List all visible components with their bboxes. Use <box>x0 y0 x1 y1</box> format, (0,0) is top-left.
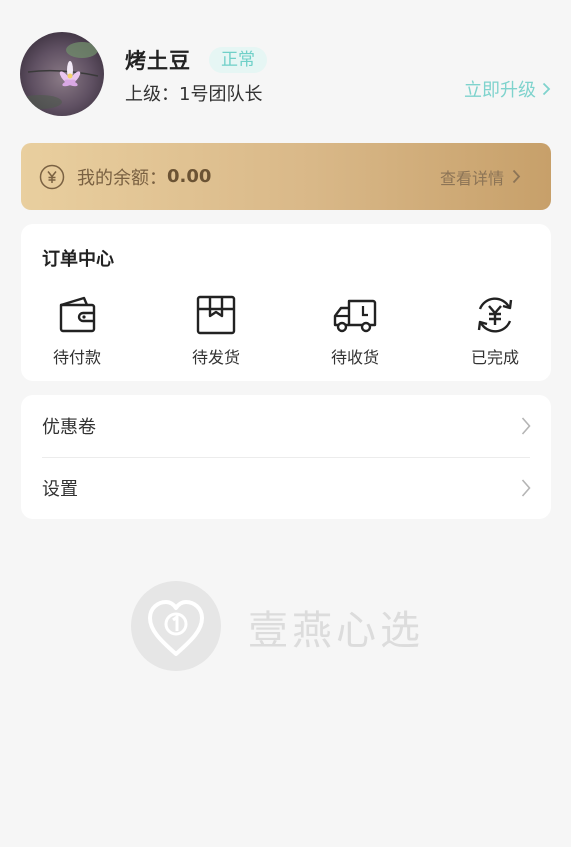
order-item-completed[interactable]: 已完成 <box>440 294 550 368</box>
menu-item-coupons[interactable]: 优惠卷 <box>21 395 551 457</box>
order-item-label: 待付款 <box>52 348 101 367</box>
wallet-icon <box>59 296 96 333</box>
truck-icon <box>333 299 377 333</box>
yen-refresh-icon <box>477 297 513 333</box>
brand-logo-icon <box>131 581 221 671</box>
order-center-title: 订单中心 <box>42 249 114 270</box>
chevron-right-icon <box>512 169 521 184</box>
box-icon <box>196 295 236 335</box>
chevron-right-icon <box>521 417 531 435</box>
order-item-pending-receipt[interactable]: 待收货 <box>300 294 410 368</box>
upgrade-link[interactable]: 立即升级 <box>464 76 551 102</box>
menu-card: 优惠卷 设置 <box>21 395 551 519</box>
order-item-label: 已完成 <box>470 348 519 367</box>
profile-page: 烤土豆 正常 上级：1号团队长 立即升级 我的余额： 0.00 查看详情 订单中… <box>0 0 571 847</box>
menu-item-settings[interactable]: 设置 <box>21 457 551 519</box>
order-item-label: 待发货 <box>191 348 240 367</box>
balance-value: 0.00 <box>167 166 212 187</box>
username: 烤土豆 <box>125 49 191 73</box>
balance-detail-label: 查看详情 <box>439 168 504 188</box>
balance-bar[interactable]: 我的余额： 0.00 查看详情 <box>21 143 551 210</box>
brand-name: 壹燕心选 <box>248 608 424 654</box>
name-row: 烤土豆 正常 <box>125 45 267 75</box>
order-item-pending-payment[interactable]: 待付款 <box>22 294 132 368</box>
balance-detail-link[interactable]: 查看详情 <box>440 143 521 210</box>
yen-icon <box>39 164 65 189</box>
menu-item-label: 设置 <box>42 479 78 500</box>
order-item-label: 待收货 <box>330 348 379 367</box>
avatar[interactable] <box>20 32 104 116</box>
status-badge: 正常 <box>209 47 267 73</box>
chevron-right-icon <box>542 82 551 96</box>
chevron-right-icon <box>521 479 531 497</box>
profile-header: 烤土豆 正常 上级：1号团队长 立即升级 <box>20 32 551 118</box>
order-status-list: 待付款 待发货 待收货 已完成 <box>21 294 551 374</box>
brand-watermark: 壹燕心选 <box>130 580 450 672</box>
menu-item-label: 优惠卷 <box>42 417 96 438</box>
balance-label: 我的余额： <box>77 167 167 189</box>
order-center-card: 订单中心 待付款 待发货 待收货 已完成 <box>21 224 551 381</box>
superior-label: 上级：1号团队长 <box>125 84 263 105</box>
upgrade-label: 立即升级 <box>464 80 536 101</box>
order-item-pending-shipment[interactable]: 待发货 <box>161 294 271 368</box>
